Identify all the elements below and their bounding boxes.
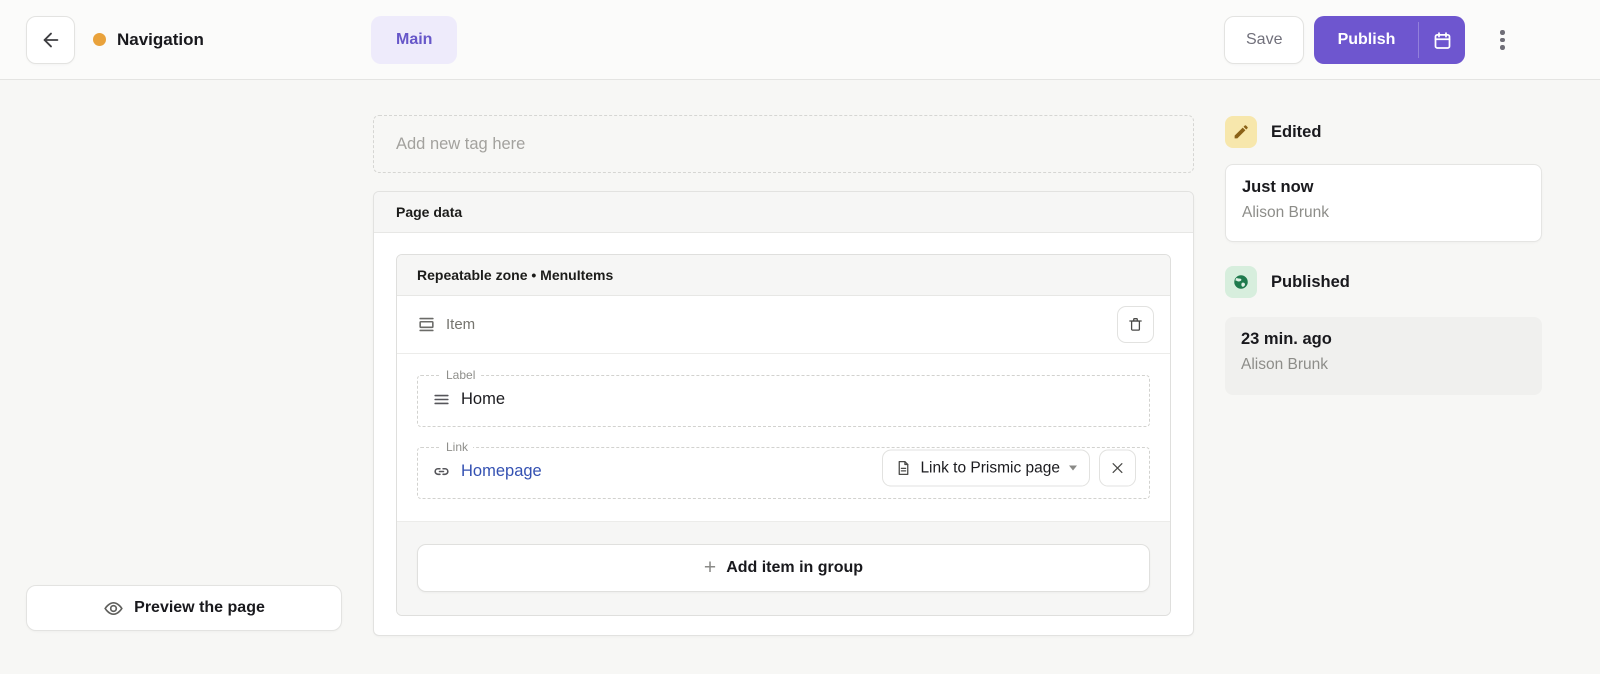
label-field-value[interactable]: Home [461,390,505,409]
item-fields: Label Home Link [397,354,1170,521]
back-button[interactable] [26,16,75,64]
link-actions: Link to Prismic page [882,450,1136,487]
tag-input[interactable] [373,115,1194,173]
pencil-icon [1225,116,1257,148]
add-item-label: Add item in group [726,559,863,577]
published-status-row: Published [1225,266,1350,298]
published-label: Published [1271,273,1350,292]
bottom-strip [0,674,1600,688]
edited-author: Alison Brunk [1242,204,1525,222]
main-area: Page data Repeatable zone • MenuItems It… [0,80,1600,688]
draft-status-dot [93,33,106,46]
label-field-row[interactable]: Home [432,382,1135,416]
save-button[interactable]: Save [1224,16,1304,64]
published-version-card[interactable]: 23 min. ago Alison Brunk [1225,317,1542,395]
schedule-publish-button[interactable] [1419,16,1465,64]
page-data-title: Page data [396,204,462,220]
chevron-down-icon [1069,466,1077,471]
link-type-dropdown[interactable]: Link to Prismic page [882,450,1090,487]
delete-item-button[interactable] [1117,306,1154,343]
link-field-legend: Link [441,440,473,454]
eye-icon [103,598,124,619]
page-data-header: Page data [374,192,1193,233]
editor-column: Page data Repeatable zone • MenuItems It… [373,115,1194,636]
kebab-dot [1500,38,1505,43]
label-field: Label Home [417,368,1150,427]
close-icon [1110,461,1125,476]
kebab-dot [1500,45,1505,50]
calendar-icon [1432,30,1453,51]
edited-status-row: Edited [1225,116,1321,148]
chain-link-icon [432,462,451,481]
repeatable-zone-footer: + Add item in group [397,521,1170,615]
kebab-dot [1500,30,1505,35]
published-author: Alison Brunk [1241,356,1526,374]
edited-time: Just now [1242,178,1525,197]
arrow-left-icon [40,29,62,51]
publish-button-label: Publish [1314,16,1418,64]
tab-main-label: Main [396,31,432,49]
edited-label: Edited [1271,123,1321,142]
document-icon [895,460,912,477]
group-item-row[interactable]: Item [397,296,1170,354]
link-field-row[interactable]: Homepage Link to Prismic page [432,454,1135,488]
label-field-legend: Label [441,368,480,382]
preview-page-button[interactable]: Preview the page [26,585,342,631]
preview-page-label: Preview the page [134,599,265,617]
add-item-button[interactable]: + Add item in group [417,544,1150,592]
page-data-body: Repeatable zone • MenuItems Item [374,233,1193,635]
globe-icon [1225,266,1257,298]
publish-button[interactable]: Publish [1314,16,1465,64]
item-label: Item [446,316,475,333]
clear-link-button[interactable] [1099,450,1136,487]
more-options-button[interactable] [1493,16,1511,64]
text-lines-icon [432,390,451,409]
document-title: Navigation [117,30,204,50]
repeatable-zone-card: Repeatable zone • MenuItems Item [396,254,1171,616]
repeatable-zone-title: Repeatable zone • MenuItems [417,267,613,283]
edited-version-card[interactable]: Just now Alison Brunk [1225,164,1542,242]
published-time: 23 min. ago [1241,330,1526,349]
tab-main[interactable]: Main [371,16,457,64]
topbar-actions: Save Publish [1224,16,1511,64]
topbar: Navigation Main Save Publish [0,0,1600,80]
plus-icon: + [704,557,716,578]
item-rows-icon [417,315,436,334]
link-field-value[interactable]: Homepage [461,462,542,481]
repeatable-zone-header: Repeatable zone • MenuItems [397,255,1170,296]
link-type-label: Link to Prismic page [920,459,1060,477]
link-field: Link Homepage [417,440,1150,499]
page-data-card: Page data Repeatable zone • MenuItems It… [373,191,1194,636]
trash-icon [1127,316,1144,333]
